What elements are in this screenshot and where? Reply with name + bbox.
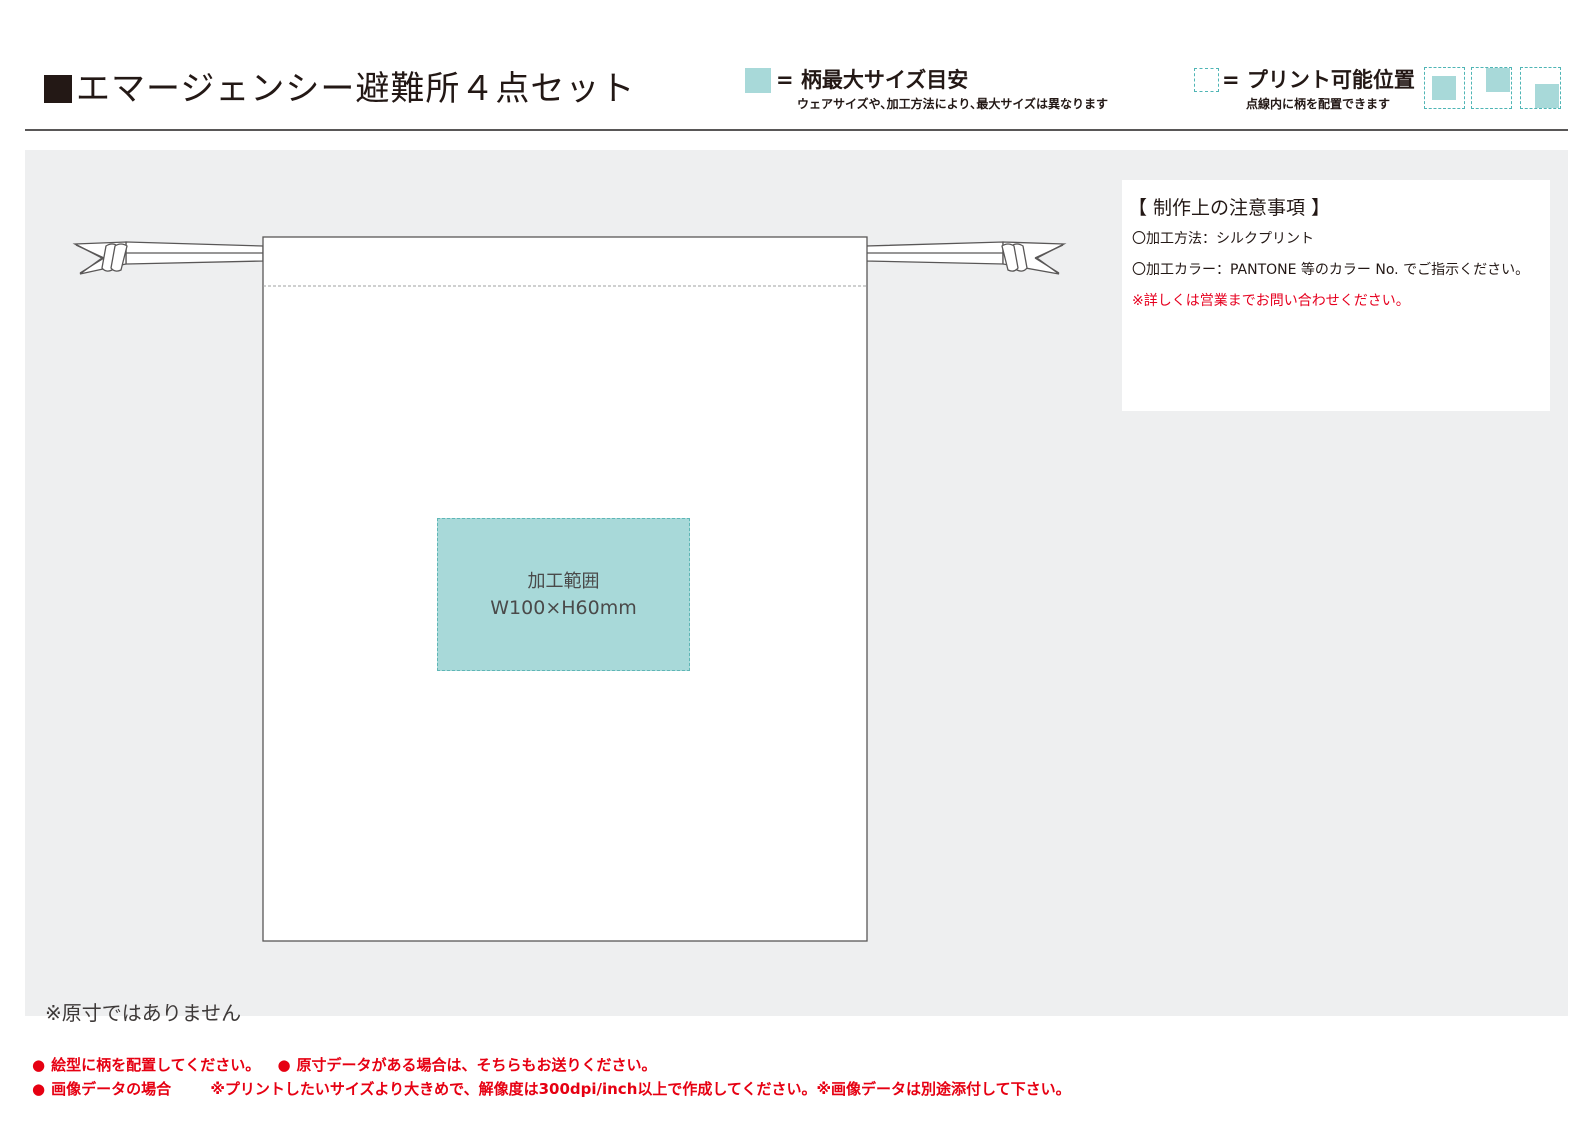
legend-max-size-note: ウェアサイズや､加工方法により､最大サイズは異なります	[797, 97, 1109, 111]
header-divider	[25, 129, 1568, 131]
footer-line-2: ● 画像データの場合 ※プリントしたいサイズより大きめで、解像度は300dpi/i…	[32, 1078, 1071, 1099]
legend-print-position-label: = プリント可能位置	[1222, 68, 1415, 92]
bullet-icon: ●	[32, 1080, 46, 1098]
notes-color-spec: 〇加工カラー：PANTONE 等のカラー No. でご指示ください。	[1132, 262, 1530, 278]
bullet-icon: ●	[32, 1056, 46, 1074]
position-top-right-icon	[1471, 67, 1512, 109]
bullet-icon: ●	[277, 1056, 291, 1074]
position-bottom-right-icon	[1520, 67, 1561, 109]
position-center-icon	[1424, 67, 1465, 109]
print-area: 加工範囲 W100×H60mm	[437, 518, 690, 671]
notes-title: 【 制作上の注意事項 】	[1128, 197, 1331, 219]
notes-warning: ※詳しくは営業までお問い合わせください。	[1132, 293, 1410, 309]
title-square-icon	[44, 75, 72, 103]
footer-line-1: ● 絵型に柄を配置してください。 ● 原寸データがある場合は、そちらもお送りください…	[32, 1054, 657, 1075]
footer-instruction-2: 原寸データがある場合は、そちらもお送りください。	[296, 1056, 657, 1074]
right-drawstring	[865, 241, 1067, 275]
footer-image-data-label: 画像データの場合	[51, 1080, 172, 1098]
print-area-size: W100×H60mm	[490, 596, 637, 619]
legend-max-size-label: = 柄最大サイズ目安	[776, 68, 969, 92]
max-size-swatch-icon	[745, 68, 771, 93]
footer-instruction-1: 絵型に柄を配置してください。	[51, 1056, 261, 1074]
legend-print-position-note: 点線内に柄を配置できます	[1246, 97, 1391, 111]
footer-image-data-note: ※プリントしたいサイズより大きめで、解像度は300dpi/inch以上で作成して…	[210, 1080, 1071, 1098]
page-title-group: エマージェンシー避難所４点セット	[44, 72, 635, 106]
print-area-label: 加工範囲	[527, 570, 600, 592]
production-notes: 【 制作上の注意事項 】 〇加工方法：シルクプリント 〇加工カラー：PANTON…	[1122, 180, 1550, 411]
notes-method: 〇加工方法：シルクプリント	[1132, 231, 1314, 247]
not-actual-size-note: ※原寸ではありません	[45, 1001, 242, 1025]
left-drawstring	[72, 241, 264, 275]
page-title: エマージェンシー避難所４点セット	[76, 69, 636, 109]
print-position-dashed-icon	[1194, 68, 1219, 92]
